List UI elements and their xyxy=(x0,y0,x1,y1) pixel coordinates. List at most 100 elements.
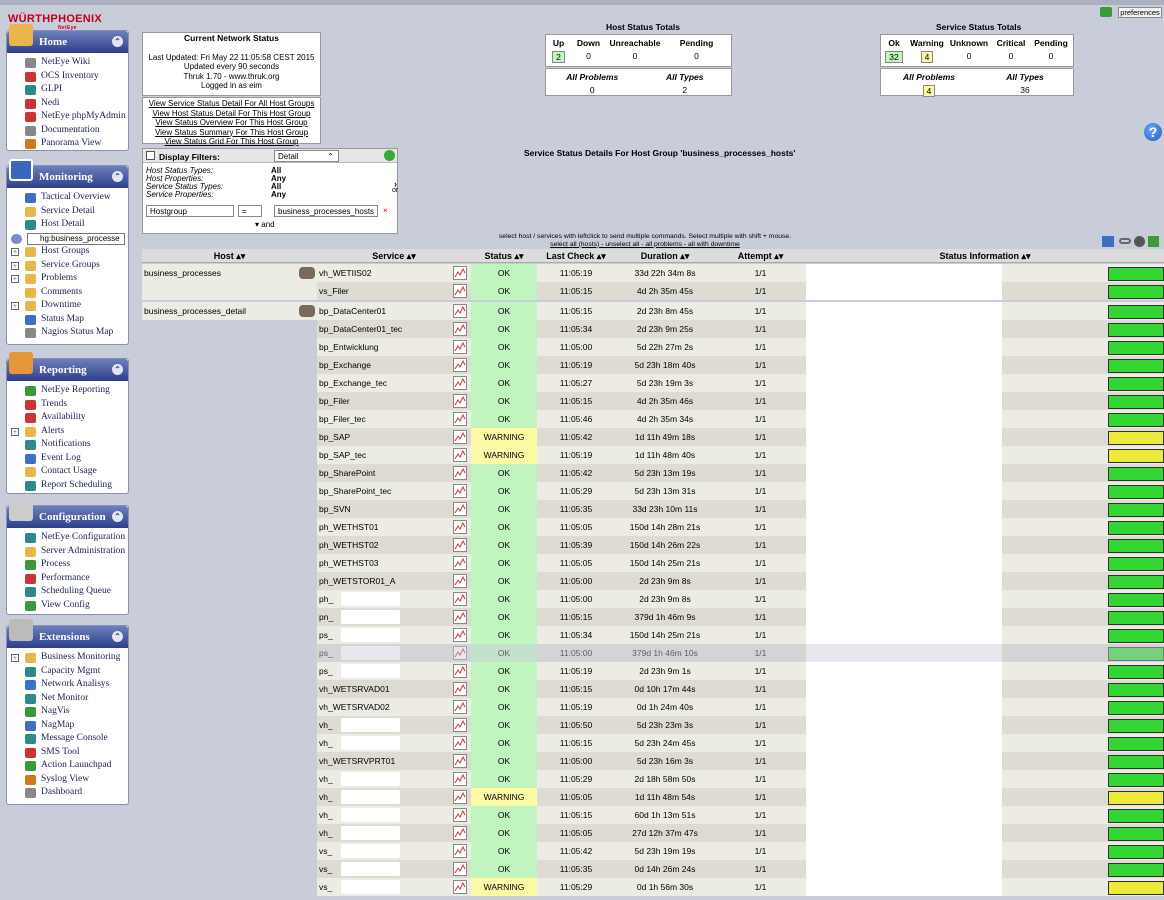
graph-icon[interactable] xyxy=(453,538,467,552)
expand-icon[interactable]: + xyxy=(11,261,19,270)
service-cell[interactable]: bp_Exchange_tec xyxy=(317,374,471,392)
status-badge[interactable]: OK xyxy=(471,536,537,554)
col-attempt[interactable]: Attempt ▴▾ xyxy=(715,249,806,263)
host-cell[interactable] xyxy=(142,500,317,518)
perf-bar[interactable] xyxy=(1108,485,1164,499)
perf-bar[interactable] xyxy=(1108,827,1164,841)
host-icon[interactable] xyxy=(299,267,315,279)
graph-icon[interactable] xyxy=(453,340,467,354)
sidebar-item-nedi[interactable]: Nedi xyxy=(7,97,128,111)
graph-icon[interactable] xyxy=(453,284,467,298)
sidebar-item-glpi[interactable]: GLPI xyxy=(7,83,128,97)
status-badge[interactable]: OK xyxy=(471,752,537,770)
table-row[interactable]: ph_ OK 11:05:00 2d 23h 9m 8s 1/1 xyxy=(142,590,1164,608)
status-badge[interactable]: OK xyxy=(471,410,537,428)
table-row[interactable]: vs_ OK 11:05:42 5d 23h 19m 19s 1/1 xyxy=(142,842,1164,860)
graph-icon[interactable] xyxy=(453,628,467,642)
perf-bar[interactable] xyxy=(1108,791,1164,805)
sidebar-item-notifications[interactable]: Notifications xyxy=(7,438,128,452)
service-cell[interactable]: bp_DataCenter01_tec xyxy=(317,320,471,338)
perf-bar[interactable] xyxy=(1108,755,1164,769)
perf-bar[interactable] xyxy=(1108,809,1164,823)
expand-icon[interactable]: + xyxy=(11,654,19,662)
graph-icon[interactable] xyxy=(453,664,467,678)
status-badge[interactable]: OK xyxy=(471,338,537,356)
status-badge[interactable]: WARNING xyxy=(471,428,537,446)
graph-icon[interactable] xyxy=(453,592,467,606)
col-last-check[interactable]: Last Check ▴▾ xyxy=(537,249,615,263)
sidebar-item-host-detail[interactable]: Host Detail xyxy=(7,218,128,232)
graph-icon[interactable] xyxy=(453,880,467,894)
table-row[interactable]: vh_WETSRVPRT01 OK 11:05:00 5d 23h 16m 3s 1/1 xyxy=(142,752,1164,770)
table-row[interactable]: vh_ OK 11:05:50 5d 23h 23m 3s 1/1 xyxy=(142,716,1164,734)
status-badge[interactable]: OK xyxy=(471,374,537,392)
perf-bar[interactable] xyxy=(1108,845,1164,859)
extensions-header[interactable]: Extensions ⌃ xyxy=(7,619,128,648)
status-badge[interactable]: OK xyxy=(471,264,537,282)
host-cell[interactable] xyxy=(142,482,317,500)
graph-icon[interactable] xyxy=(453,790,467,804)
export-icon[interactable] xyxy=(1102,236,1114,247)
sidebar-item-net-monitor[interactable]: Net Monitor xyxy=(7,692,128,706)
service-cell[interactable]: vh_WETSRVAD01 xyxy=(317,680,471,698)
totals-header[interactable]: All Types xyxy=(639,72,732,82)
sidebar-item-action-launchpad[interactable]: Action Launchpad xyxy=(7,759,128,773)
status-badge[interactable]: WARNING xyxy=(471,878,537,896)
graph-icon[interactable] xyxy=(453,862,467,876)
perf-bar[interactable] xyxy=(1108,267,1164,281)
or-link[interactable]: or xyxy=(392,187,398,194)
service-cell[interactable]: bp_SAP_tec xyxy=(317,446,471,464)
filter-value-input[interactable]: business_processes_hosts xyxy=(274,205,378,217)
collapse-icon[interactable]: ⌃ xyxy=(112,364,123,375)
sidebar-item-host-groups[interactable]: + Host Groups xyxy=(7,245,128,259)
service-cell[interactable]: vs_Filer xyxy=(317,282,471,300)
status-badge[interactable]: OK xyxy=(471,770,537,788)
perf-bar[interactable] xyxy=(1108,701,1164,715)
col-duration[interactable]: Duration ▴▾ xyxy=(615,249,715,263)
status-badge[interactable]: OK xyxy=(471,842,537,860)
host-cell[interactable] xyxy=(142,392,317,410)
graph-icon[interactable] xyxy=(453,700,467,714)
host-cell[interactable] xyxy=(142,590,317,608)
table-row[interactable]: business_processes_detail bp_DataCenter01… xyxy=(142,302,1164,320)
totals-value[interactable]: 32 xyxy=(881,51,907,63)
graph-icon[interactable] xyxy=(453,610,467,624)
perf-bar[interactable] xyxy=(1108,611,1164,625)
status-badge[interactable]: OK xyxy=(471,320,537,338)
table-row[interactable]: vh_ OK 11:05:15 60d 1h 13m 51s 1/1 xyxy=(142,806,1164,824)
sidebar-item-performance[interactable]: Performance xyxy=(7,572,128,586)
table-row[interactable]: ps_ OK 11:05:19 2d 23h 9m 1s 1/1 xyxy=(142,662,1164,680)
perf-bar[interactable] xyxy=(1108,377,1164,391)
graph-icon[interactable] xyxy=(453,682,467,696)
table-row[interactable]: bp_SharePoint_tec OK 11:05:29 5d 23h 13m 31… xyxy=(142,482,1164,500)
status-badge[interactable]: OK xyxy=(471,662,537,680)
col-service[interactable]: Service ▴▾ xyxy=(317,249,471,263)
host-cell[interactable] xyxy=(142,842,317,860)
perf-bar[interactable] xyxy=(1108,593,1164,607)
sidebar-item-comments[interactable]: Comments xyxy=(7,286,128,300)
perf-bar[interactable] xyxy=(1108,359,1164,373)
expand-icon[interactable]: + xyxy=(11,275,19,283)
totals-value[interactable]: 0 xyxy=(546,85,639,95)
status-badge[interactable]: OK xyxy=(471,392,537,410)
graph-icon[interactable] xyxy=(453,520,467,534)
totals-header[interactable]: Warning xyxy=(907,38,947,48)
sidebar-item-ocs-inventory[interactable]: OCS Inventory xyxy=(7,70,128,84)
table-row[interactable]: ph_WETHST01 OK 11:05:05 150d 14h 28m 21s 1/1 xyxy=(142,518,1164,536)
host-cell[interactable] xyxy=(142,464,317,482)
service-cell[interactable]: ph_WETHST03 xyxy=(317,554,471,572)
status-badge[interactable]: OK xyxy=(471,302,537,320)
status-badge[interactable]: OK xyxy=(471,518,537,536)
status-badge[interactable]: WARNING xyxy=(471,788,537,806)
perf-bar[interactable] xyxy=(1108,539,1164,553)
graph-icon[interactable] xyxy=(453,466,467,480)
filter-mode-select[interactable]: Detail ⌃ xyxy=(274,150,339,162)
status-badge[interactable]: OK xyxy=(471,680,537,698)
expand-icon[interactable]: + xyxy=(11,248,19,256)
service-cell[interactable]: ph_WETHST02 xyxy=(317,536,471,554)
perf-bar[interactable] xyxy=(1108,881,1164,895)
totals-value[interactable]: 0 xyxy=(947,51,991,63)
graph-icon[interactable] xyxy=(453,556,467,570)
perf-bar[interactable] xyxy=(1108,431,1164,445)
graph-icon[interactable] xyxy=(453,412,467,426)
